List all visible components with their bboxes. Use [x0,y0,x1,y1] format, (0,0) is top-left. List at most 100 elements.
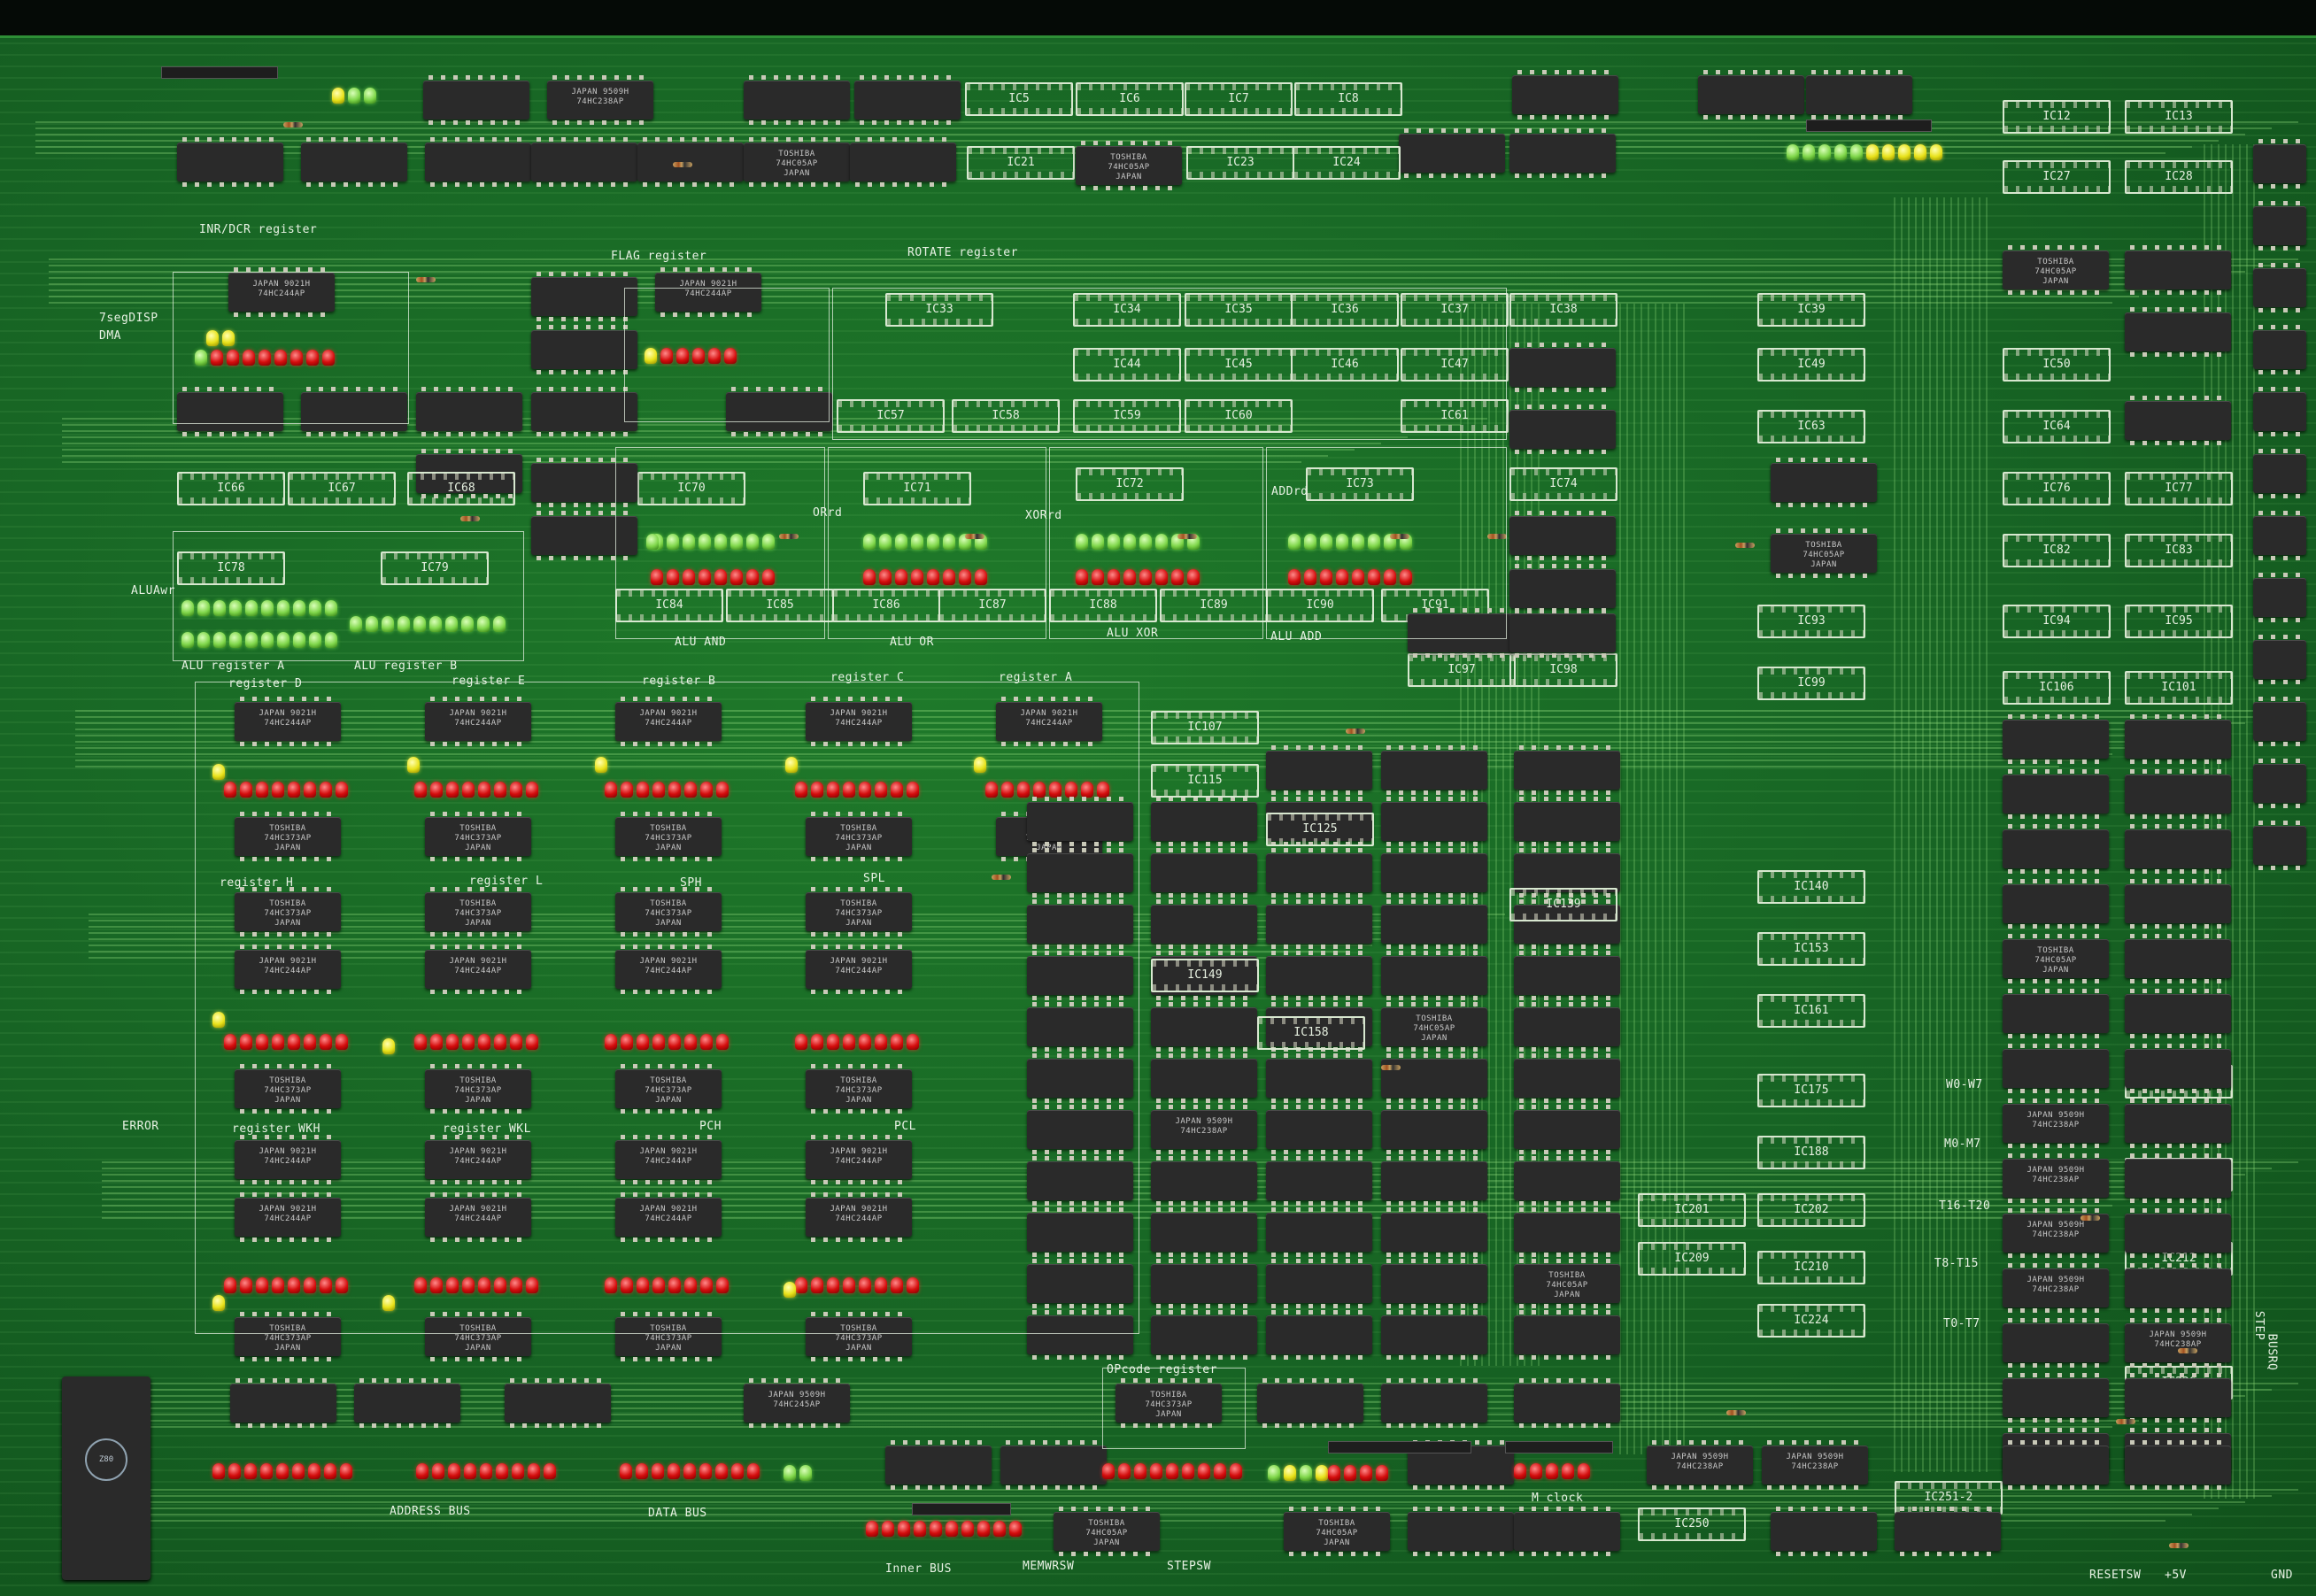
chip-marking: 74HC05AP [1413,1024,1455,1033]
led-indicator [1344,1465,1356,1481]
ic-chip [2125,1153,2231,1203]
led-indicator [882,1521,894,1537]
ic-chip [2125,1044,2231,1093]
resistor [283,122,303,127]
socket-label: IC38 [1549,303,1578,316]
empty-ic-socket: IC76 [2003,472,2111,505]
chip-marking: 74HC05AP [2034,267,2077,276]
ic-chip [1381,899,1487,949]
empty-ic-socket: IC6 [1076,82,1184,116]
empty-ic-socket: IC39 [1757,293,1865,327]
empty-ic-socket: IC224 [1757,1304,1865,1338]
chip-marking: 74HC373AP [264,1334,312,1343]
seg-display-label: 7segDISP [99,312,158,325]
led-indicator [1930,144,1942,160]
resistor [1726,1410,1746,1415]
ic-chip [2003,1044,2109,1093]
w0-w7-label: W0-W7 [1946,1078,1983,1091]
ic-chip [2253,263,2306,312]
led-row [1328,1465,1388,1481]
led-indicator [228,1463,241,1479]
chip-marking: TOSHIBA [778,150,815,158]
ic-chip [1266,1207,1372,1257]
led-indicator [1268,1465,1280,1481]
cpu-chip: Z80 [62,1376,151,1580]
led-row [620,1463,760,1479]
led-indicator [276,1463,289,1479]
socket-label: IC175 [1794,1083,1829,1097]
ic-chip: JAPAN 9509H 74HC238AP [2003,1153,2109,1203]
empty-ic-socket: IC49 [1757,348,1865,382]
empty-ic-socket: IC27 [2003,160,2111,194]
empty-ic-socket: IC12 [2003,100,2111,134]
socket-label: IC93 [1797,614,1826,628]
ic-chip [1408,1507,1514,1556]
data-bus-label: DATA BUS [648,1507,707,1520]
led-indicator [1118,1463,1131,1479]
socket-label: IC24 [1332,156,1361,169]
ic-chip [1381,1156,1487,1206]
ic-chip [1514,1207,1620,1257]
stepsw-label: STEPSW [1167,1560,1211,1573]
empty-ic-socket: IC5 [965,82,1073,116]
led-indicator [1882,144,1895,160]
ic-chip [1509,405,1616,454]
empty-ic-socket: IC98 [1509,653,1617,687]
socket-label: IC250 [1674,1517,1710,1530]
ic-chip [1514,1378,1620,1428]
ic-chip [1381,1207,1487,1257]
led-indicator [1514,1463,1526,1479]
socket-label: IC50 [2042,358,2071,371]
ic-chip [531,387,637,436]
empty-ic-socket: IC13 [2125,100,2233,134]
empty-ic-socket: IC64 [2003,410,2111,443]
ic-chip [1266,1310,1372,1360]
led-indicator [1198,1463,1210,1479]
ic-chip [2125,824,2231,874]
socket-label: IC139 [1546,898,1581,911]
socket-label: IC39 [1797,303,1826,316]
empty-ic-socket: IC125 [1266,813,1374,846]
chip-marking: 74HC05AP [1316,1529,1358,1538]
ic-chip [1514,848,1620,898]
led-indicator [348,88,360,104]
ic-chip [2125,989,2231,1038]
register-main-box [195,682,1139,1334]
ic-chip [230,1378,336,1428]
empty-ic-socket: IC175 [1757,1074,1865,1107]
ic-chip [885,1440,992,1490]
gnd-label: GND [2271,1569,2293,1582]
alu-add-label: ALU ADD [1270,630,1323,644]
chip-marking: 74HC05AP [1085,1529,1128,1538]
ic-chip: JAPAN 9509H 74HC245AP [744,1378,850,1428]
socket-label: IC209 [1674,1252,1710,1265]
empty-ic-socket: IC63 [1757,410,1865,443]
ic-chip [2125,934,2231,983]
empty-ic-socket: IC77 [2125,472,2233,505]
empty-ic-socket: IC38 [1509,293,1617,327]
pin-header [1328,1441,1471,1453]
ic-chip [2125,1440,2231,1490]
resistor [1381,1065,1401,1070]
rotate-register-box [832,288,1507,440]
pcl-label: PCL [894,1120,916,1133]
ic-chip [1381,848,1487,898]
ic-chip [1000,1440,1107,1490]
led-indicator [961,1521,974,1537]
led-row [784,1465,812,1481]
led-indicator [1300,1465,1312,1481]
ic-chip [1151,1259,1257,1308]
ic-chip: TOSHIBA 74HC05AP JAPAN [2003,934,2109,983]
socket-label: IC125 [1302,822,1338,836]
socket-label: IC202 [1794,1203,1829,1216]
chip-marking: JAPAN [1093,1538,1120,1547]
led-indicator [1102,1463,1115,1479]
dma-label: DMA [99,329,121,343]
ic-chip [1151,1156,1257,1206]
led-indicator [1214,1463,1226,1479]
led-indicator [1009,1521,1022,1537]
chip-marking: JAPAN [465,1344,491,1353]
ic-chip [1514,1507,1620,1556]
led-row [1102,1463,1242,1479]
ic-chip [1151,1053,1257,1103]
